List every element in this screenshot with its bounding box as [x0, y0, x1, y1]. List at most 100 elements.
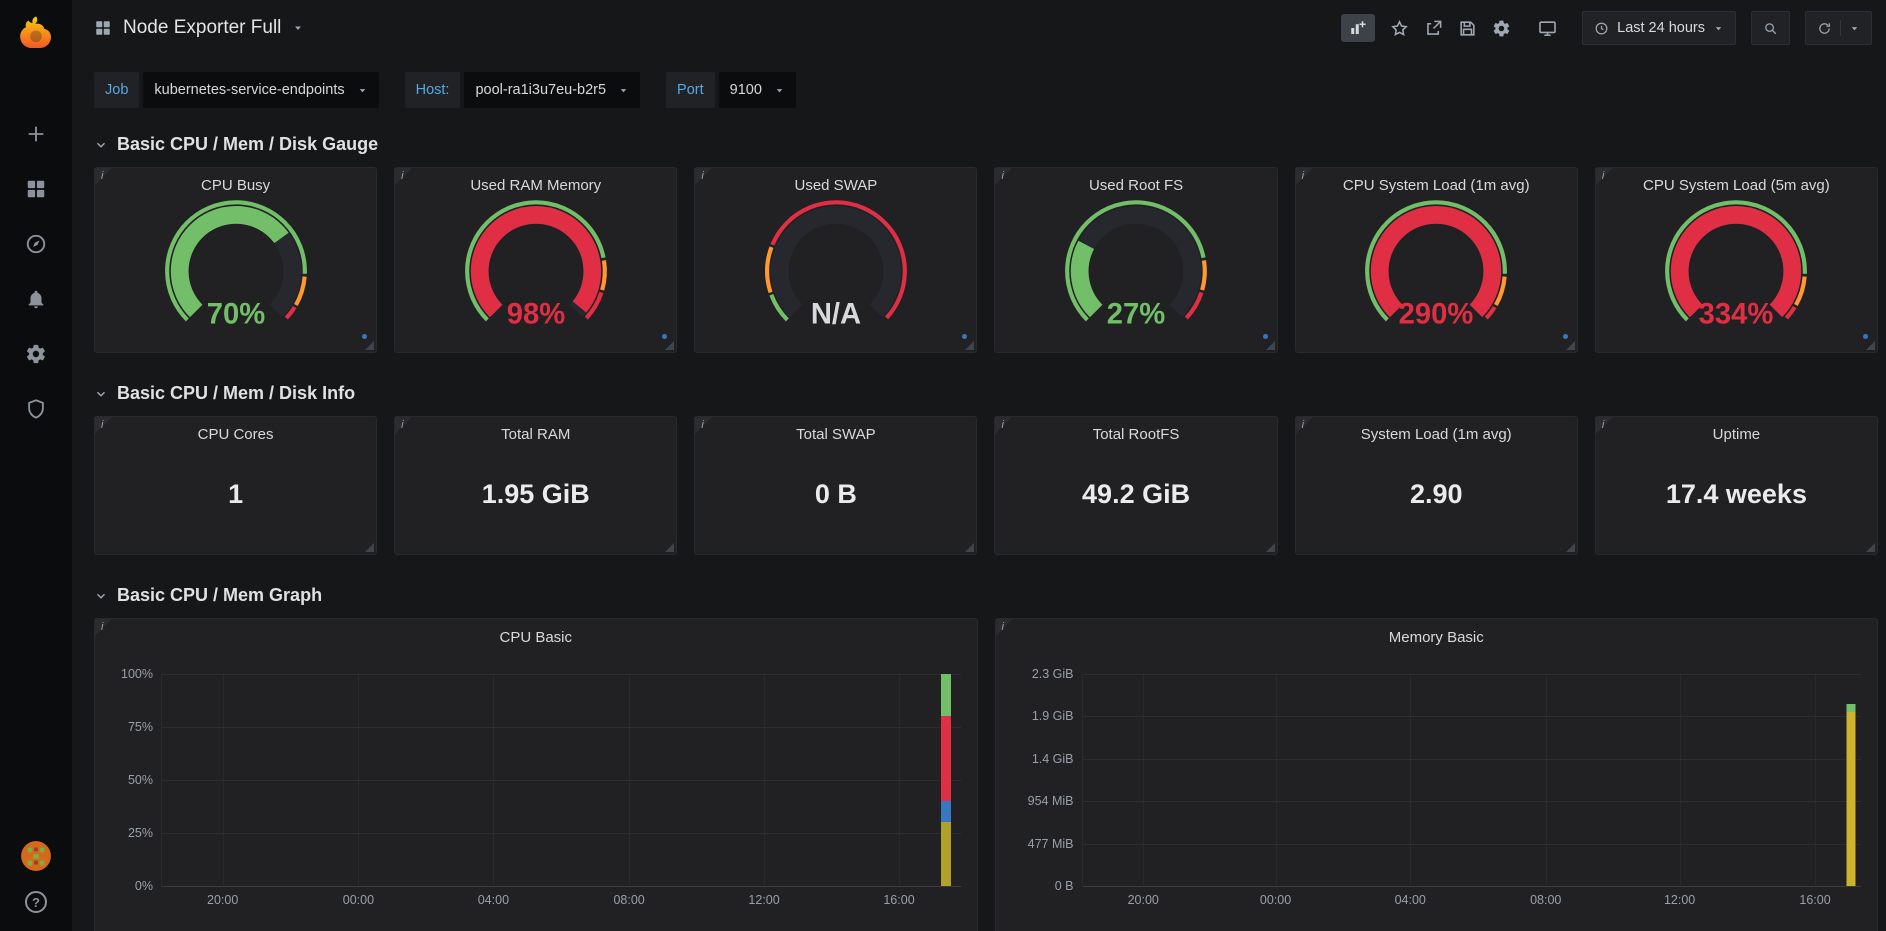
- info-icon[interactable]: i: [1296, 417, 1314, 435]
- info-icon[interactable]: i: [1296, 168, 1314, 186]
- top-navbar: Node Exporter Full: [72, 0, 1886, 56]
- chevron-down-icon[interactable]: [292, 22, 304, 34]
- row-header-graph[interactable]: Basic CPU / Mem Graph: [72, 555, 1886, 618]
- admin-shield-icon[interactable]: [25, 398, 47, 420]
- panel-title[interactable]: CPU Busy: [201, 177, 270, 194]
- row-title: Basic CPU / Mem / Disk Info: [117, 383, 355, 404]
- alerting-bell-icon[interactable]: [25, 288, 47, 310]
- info-icon[interactable]: i: [1596, 168, 1614, 186]
- info-icon[interactable]: i: [395, 417, 413, 435]
- y-axis-label: 75%: [128, 720, 153, 734]
- info-icon[interactable]: i: [695, 168, 713, 186]
- y-axis-label: 477 MiB: [1028, 837, 1074, 851]
- info-icon[interactable]: i: [995, 417, 1013, 435]
- panel-resize-handle[interactable]: [665, 543, 674, 552]
- x-axis-label: 00:00: [1260, 893, 1291, 907]
- zoom-out-button[interactable]: [1751, 11, 1790, 45]
- panel-title[interactable]: Uptime: [1713, 426, 1761, 443]
- panel-resize-handle[interactable]: [1566, 543, 1575, 552]
- refresh-button[interactable]: [1805, 11, 1872, 45]
- panel-resize-handle[interactable]: [965, 543, 974, 552]
- grid-line: [1680, 674, 1681, 886]
- row-title: Basic CPU / Mem Graph: [117, 585, 322, 606]
- panel-title[interactable]: Total RootFS: [1093, 426, 1180, 443]
- stat-value: 1.95 GiB: [482, 443, 590, 554]
- x-axis-label: 08:00: [613, 893, 644, 907]
- panel-title[interactable]: System Load (1m avg): [1361, 426, 1512, 443]
- panel-resize-handle[interactable]: [1266, 341, 1275, 350]
- info-icon[interactable]: i: [395, 168, 413, 186]
- add-panel-button[interactable]: [1341, 14, 1375, 42]
- time-range-picker[interactable]: Last 24 hours: [1582, 11, 1736, 45]
- info-icon[interactable]: i: [95, 168, 113, 186]
- panel-resize-handle[interactable]: [665, 341, 674, 350]
- graph-plot-area[interactable]: 2.3 GiB1.9 GiB1.4 GiB954 MiB477 MiB0 B20…: [1082, 674, 1862, 887]
- help-icon[interactable]: ?: [25, 891, 47, 913]
- dashboards-grid-icon[interactable]: [25, 178, 47, 200]
- panel-title[interactable]: CPU Basic: [95, 629, 977, 646]
- gauge-panel: i Used RAM Memory98%: [394, 167, 677, 353]
- x-axis-label: 04:00: [478, 893, 509, 907]
- panel-title[interactable]: Total RAM: [501, 426, 570, 443]
- panel-title[interactable]: CPU Cores: [198, 426, 274, 443]
- row-header-info[interactable]: Basic CPU / Mem / Disk Info: [72, 353, 1886, 416]
- panel-resize-handle[interactable]: [365, 543, 374, 552]
- dashboard-title[interactable]: Node Exporter Full: [123, 17, 281, 39]
- panel-corner-dot: [1263, 334, 1268, 339]
- variable-port-dropdown[interactable]: 9100: [719, 72, 796, 108]
- panel-title[interactable]: Total SWAP: [796, 426, 875, 443]
- panel-resize-handle[interactable]: [965, 341, 974, 350]
- star-button[interactable]: [1390, 19, 1409, 38]
- series-spike: [941, 716, 951, 801]
- user-avatar[interactable]: [21, 841, 51, 871]
- panel-title[interactable]: CPU System Load (5m avg): [1643, 177, 1830, 194]
- info-icon[interactable]: i: [1596, 417, 1614, 435]
- gauge-chart: 98%: [441, 194, 631, 340]
- graph-plot-area[interactable]: 100%75%50%25%0%20:0000:0004:0008:0012:00…: [161, 674, 961, 887]
- panel-resize-handle[interactable]: [1566, 341, 1575, 350]
- panel-title[interactable]: Used SWAP: [795, 177, 878, 194]
- create-plus-icon[interactable]: [25, 123, 47, 145]
- row-header-gauge[interactable]: Basic CPU / Mem / Disk Gauge: [72, 112, 1886, 167]
- variable-host-dropdown[interactable]: pool-ra1i3u7eu-b2r5: [464, 72, 640, 108]
- grid-line: [162, 674, 961, 675]
- grafana-logo[interactable]: [16, 13, 56, 53]
- grid-line: [1815, 674, 1816, 886]
- grid-line: [1083, 801, 1862, 802]
- y-axis-label: 1.4 GiB: [1032, 752, 1074, 766]
- y-axis-label: 0 B: [1055, 879, 1074, 893]
- info-icon[interactable]: i: [695, 417, 713, 435]
- panel-title[interactable]: CPU System Load (1m avg): [1343, 177, 1530, 194]
- panel-resize-handle[interactable]: [1866, 543, 1875, 552]
- panel-title[interactable]: Used RAM Memory: [470, 177, 601, 194]
- chevron-down-icon: [357, 85, 368, 96]
- chevron-down-icon: [94, 387, 108, 401]
- variable-job-dropdown[interactable]: kubernetes-service-endpoints: [143, 72, 378, 108]
- configuration-gear-icon[interactable]: [25, 343, 47, 365]
- panel-title[interactable]: Memory Basic: [996, 629, 1878, 646]
- panel-title[interactable]: Used Root FS: [1089, 177, 1183, 194]
- panel-resize-handle[interactable]: [1266, 543, 1275, 552]
- dashboard-grid-icon: [94, 19, 112, 37]
- gauge-panel-grid: iCPU Busy70%iUsed RAM Memory98%iUsed SWA…: [72, 167, 1886, 353]
- stat-panel: iUptime17.4 weeks: [1595, 416, 1878, 555]
- series-spike: [941, 822, 951, 886]
- panel-corner-dot: [662, 334, 667, 339]
- panel-resize-handle[interactable]: [365, 341, 374, 350]
- graph-panel: iMemory Basic2.3 GiB1.9 GiB1.4 GiB954 Mi…: [995, 618, 1879, 931]
- share-button[interactable]: [1424, 19, 1443, 38]
- panel-resize-handle[interactable]: [1866, 341, 1875, 350]
- settings-gear-button[interactable]: [1492, 19, 1511, 38]
- variable-label: Host:: [405, 72, 461, 108]
- chevron-down-icon[interactable]: [1849, 23, 1860, 34]
- cycle-view-monitor-button[interactable]: [1538, 19, 1557, 38]
- save-button[interactable]: [1458, 19, 1477, 38]
- grafana-app: ? Node Exporter Full: [0, 0, 1886, 931]
- explore-compass-icon[interactable]: [25, 233, 47, 255]
- chevron-down-icon: [94, 589, 108, 603]
- stat-panel: iTotal RootFS49.2 GiB: [994, 416, 1277, 555]
- info-icon[interactable]: i: [995, 168, 1013, 186]
- info-icon[interactable]: i: [95, 417, 113, 435]
- variable-port: Port 9100: [666, 72, 796, 108]
- x-axis-label: 04:00: [1395, 893, 1426, 907]
